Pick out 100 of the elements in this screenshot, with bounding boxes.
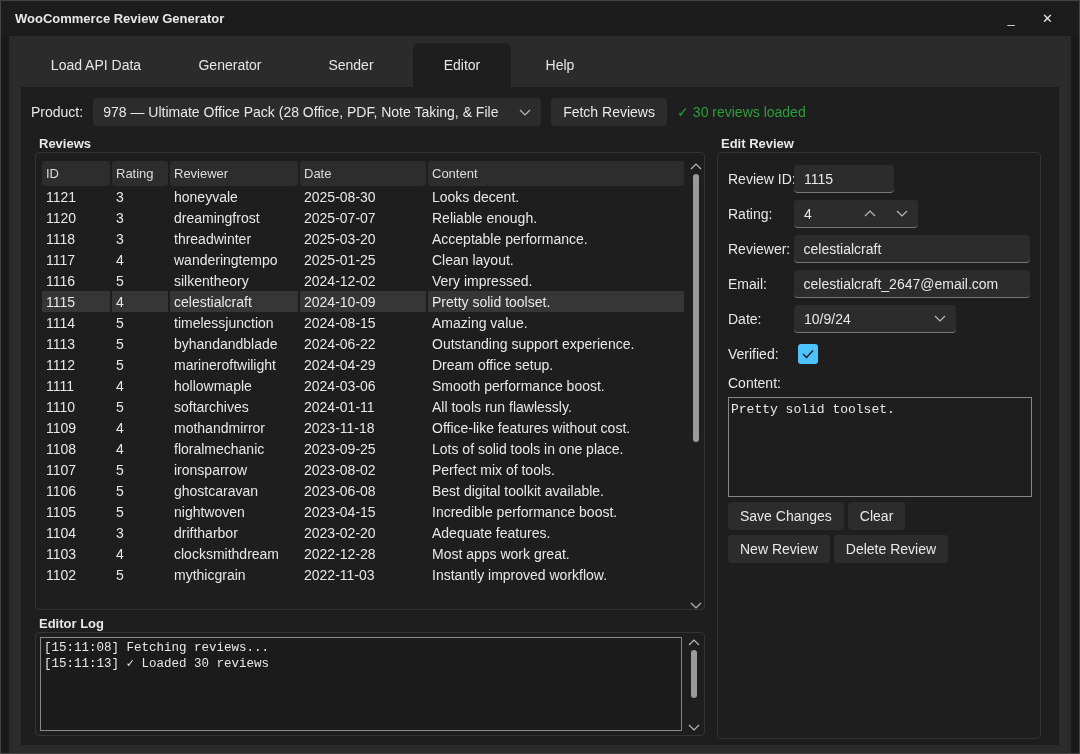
table-cell[interactable]: All tools run flawlessly. <box>428 396 684 417</box>
table-cell[interactable]: ironsparrow <box>170 459 298 480</box>
action-button[interactable]: New Review <box>728 535 830 563</box>
table-cell[interactable]: 4 <box>112 417 168 438</box>
table-cell[interactable]: 2023-11-18 <box>300 417 426 438</box>
table-cell[interactable]: 2025-01-25 <box>300 249 426 270</box>
table-cell[interactable]: 2022-12-28 <box>300 543 426 564</box>
table-cell[interactable]: 1112 <box>42 354 110 375</box>
table-cell[interactable]: driftharbor <box>170 522 298 543</box>
table-cell[interactable]: Instantly improved workflow. <box>428 564 684 585</box>
table-cell[interactable]: 1121 <box>42 186 110 207</box>
action-button[interactable]: Delete Review <box>833 535 949 563</box>
table-cell[interactable]: 2023-06-08 <box>300 480 426 501</box>
table-cell[interactable]: clocksmithdream <box>170 543 298 564</box>
table-cell[interactable]: Office-like features without cost. <box>428 417 684 438</box>
table-cell[interactable]: Outstanding support experience. <box>428 333 684 354</box>
table-cell[interactable]: timelessjunction <box>170 312 298 333</box>
table-cell[interactable]: 2024-03-06 <box>300 375 426 396</box>
table-cell[interactable]: 1104 <box>42 522 110 543</box>
table-cell[interactable]: Incredible performance boost. <box>428 501 684 522</box>
table-cell[interactable]: 5 <box>112 501 168 522</box>
table-cell[interactable]: wanderingtempo <box>170 249 298 270</box>
table-cell[interactable]: Acceptable performance. <box>428 228 684 249</box>
table-cell[interactable]: Perfect mix of tools. <box>428 459 684 480</box>
table-cell[interactable]: celestialcraft <box>170 291 298 312</box>
table-cell[interactable]: 5 <box>112 396 168 417</box>
table-cell[interactable]: 4 <box>112 249 168 270</box>
table-cell[interactable]: ghostcaravan <box>170 480 298 501</box>
close-button[interactable]: ✕ <box>1029 11 1065 26</box>
table-cell[interactable]: 1115 <box>42 291 110 312</box>
table-cell[interactable]: 1105 <box>42 501 110 522</box>
tab[interactable]: Load API Data <box>21 43 171 87</box>
table-cell[interactable]: 2024-10-09 <box>300 291 426 312</box>
column-header[interactable]: ID <box>42 161 110 186</box>
table-cell[interactable]: Looks decent. <box>428 186 684 207</box>
table-cell[interactable]: Lots of solid tools in one place. <box>428 438 684 459</box>
table-cell[interactable]: 5 <box>112 333 168 354</box>
table-cell[interactable]: marineroftwilight <box>170 354 298 375</box>
table-cell[interactable]: 2022-11-03 <box>300 564 426 585</box>
table-cell[interactable]: threadwinter <box>170 228 298 249</box>
table-cell[interactable]: Dream office setup. <box>428 354 684 375</box>
table-cell[interactable]: 5 <box>112 354 168 375</box>
table-cell[interactable]: 3 <box>112 522 168 543</box>
tab[interactable]: Help <box>511 43 609 87</box>
input-field[interactable]: celestialcraft_2647@email.com <box>793 270 1030 298</box>
table-cell[interactable]: 5 <box>112 312 168 333</box>
minimize-button[interactable]: _ <box>993 11 1029 26</box>
table-cell[interactable]: 5 <box>112 459 168 480</box>
table-cell[interactable]: silkentheory <box>170 270 298 291</box>
table-cell[interactable]: 2024-01-11 <box>300 396 426 417</box>
table-cell[interactable]: 4 <box>112 543 168 564</box>
column-header[interactable]: Content <box>428 161 684 186</box>
action-button[interactable]: Clear <box>847 502 906 530</box>
table-cell[interactable]: mothandmirror <box>170 417 298 438</box>
input-field[interactable]: celestialcraft <box>793 235 1030 263</box>
table-cell[interactable]: 2023-04-15 <box>300 501 426 522</box>
table-cell[interactable]: 1103 <box>42 543 110 564</box>
table-cell[interactable]: Pretty solid toolset. <box>428 291 684 312</box>
table-cell[interactable]: 1109 <box>42 417 110 438</box>
action-button[interactable]: Save Changes <box>728 502 844 530</box>
table-cell[interactable]: 2025-08-30 <box>300 186 426 207</box>
table-cell[interactable]: byhandandblade <box>170 333 298 354</box>
table-cell[interactable]: Amazing value. <box>428 312 684 333</box>
table-cell[interactable]: 3 <box>112 228 168 249</box>
table-cell[interactable]: 2024-06-22 <box>300 333 426 354</box>
table-cell[interactable]: 2025-03-20 <box>300 228 426 249</box>
fetch-reviews-button[interactable]: Fetch Reviews <box>551 98 667 126</box>
table-cell[interactable]: Clean layout. <box>428 249 684 270</box>
scrollbar-thumb[interactable] <box>693 174 699 442</box>
table-cell[interactable]: 1108 <box>42 438 110 459</box>
table-cell[interactable]: floralmechanic <box>170 438 298 459</box>
scrollbar-thumb[interactable] <box>691 650 697 698</box>
table-cell[interactable]: 5 <box>112 564 168 585</box>
table-cell[interactable]: 2024-04-29 <box>300 354 426 375</box>
table-cell[interactable]: 1111 <box>42 375 110 396</box>
table-cell[interactable]: 4 <box>112 375 168 396</box>
verified-checkbox[interactable] <box>798 344 818 364</box>
tab[interactable]: Sender <box>289 43 413 87</box>
table-cell[interactable]: nightwoven <box>170 501 298 522</box>
table-cell[interactable]: 2025-07-07 <box>300 207 426 228</box>
rating-spinbox[interactable]: 4 <box>794 200 918 228</box>
table-cell[interactable]: Best digital toolkit available. <box>428 480 684 501</box>
table-cell[interactable]: 2024-12-02 <box>300 270 426 291</box>
table-cell[interactable]: 2023-09-25 <box>300 438 426 459</box>
table-cell[interactable]: Most apps work great. <box>428 543 684 564</box>
table-cell[interactable]: 4 <box>112 438 168 459</box>
table-cell[interactable]: 3 <box>112 186 168 207</box>
table-cell[interactable]: 1102 <box>42 564 110 585</box>
table-cell[interactable]: 1110 <box>42 396 110 417</box>
table-cell[interactable]: 2023-02-20 <box>300 522 426 543</box>
date-picker[interactable]: 10/9/24 <box>794 305 956 333</box>
table-cell[interactable]: dreamingfrost <box>170 207 298 228</box>
table-cell[interactable]: Adequate features. <box>428 522 684 543</box>
table-cell[interactable]: hollowmaple <box>170 375 298 396</box>
tab[interactable]: Generator <box>171 43 289 87</box>
table-cell[interactable]: 2023-08-02 <box>300 459 426 480</box>
table-cell[interactable]: 3 <box>112 207 168 228</box>
table-cell[interactable]: 1113 <box>42 333 110 354</box>
table-cell[interactable]: 1114 <box>42 312 110 333</box>
table-cell[interactable]: Smooth performance boost. <box>428 375 684 396</box>
